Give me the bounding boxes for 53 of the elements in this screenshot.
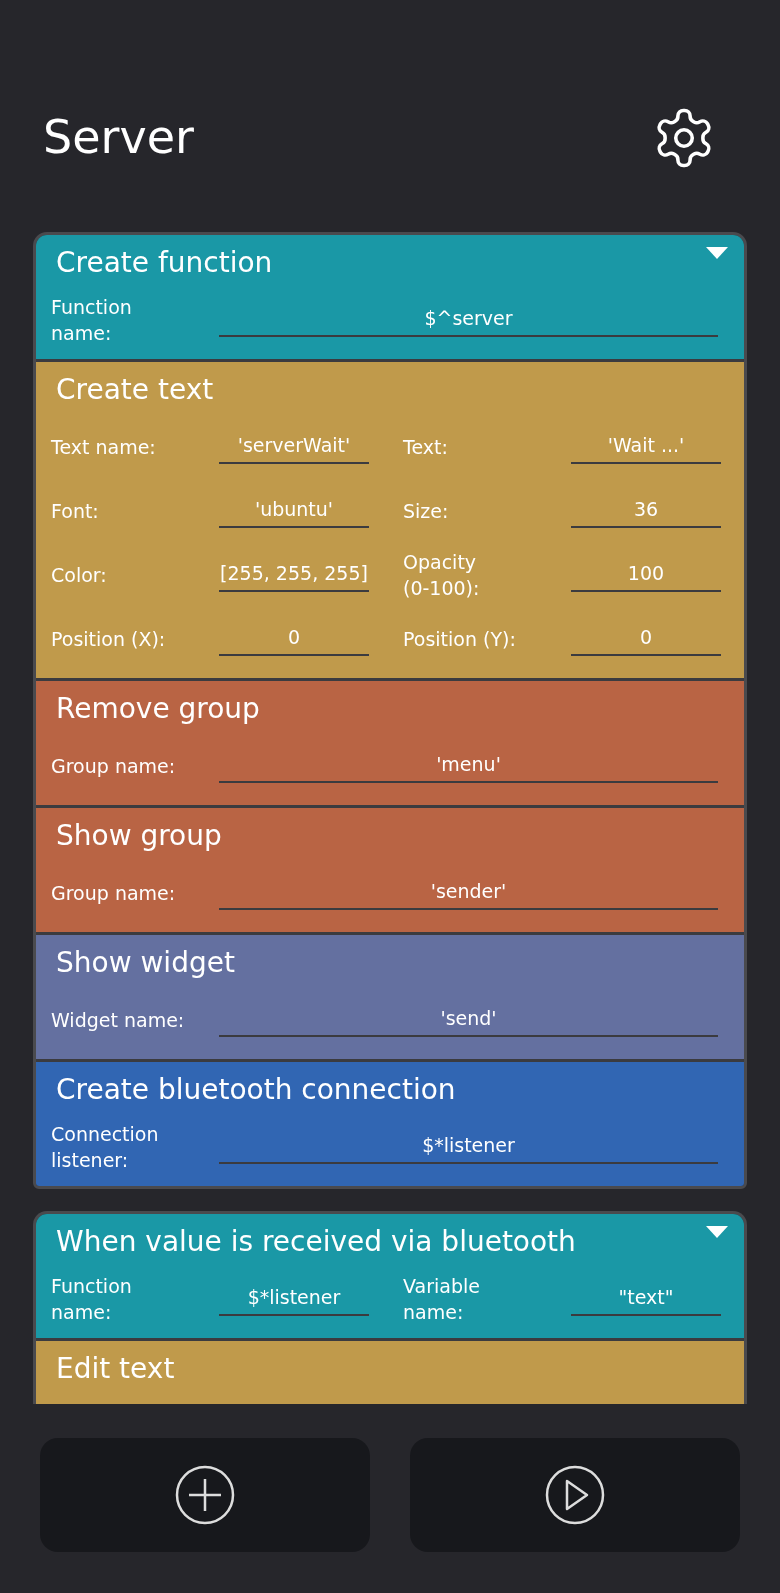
page-title: Server <box>43 109 194 166</box>
play-icon <box>545 1465 605 1525</box>
field-label: Size: <box>403 499 450 524</box>
input-field[interactable]: 'menu' <box>219 749 718 783</box>
input-field[interactable]: 'ubuntu' <box>219 494 369 528</box>
collapse-caret-icon[interactable] <box>706 247 728 259</box>
field-label: Connection listener: <box>51 1122 160 1173</box>
input-field[interactable]: 'sender' <box>219 876 718 910</box>
input-field[interactable]: 36 <box>571 494 721 528</box>
collapse-caret-icon[interactable] <box>706 1226 728 1238</box>
block-title: Create text <box>56 372 214 408</box>
add-icon <box>175 1465 235 1525</box>
input-field[interactable]: 'Wait ...' <box>571 430 721 464</box>
field-label: Function name: <box>51 295 133 346</box>
field-label: Font: <box>51 499 100 524</box>
field-label: Widget name: <box>51 1008 186 1033</box>
block-title: Edit text <box>56 1351 175 1387</box>
field-label: Variable name: <box>403 1274 481 1325</box>
field-label: Group name: <box>51 754 177 779</box>
block-title: When value is received via bluetooth <box>56 1224 576 1260</box>
field-label: Group name: <box>51 881 177 906</box>
input-field[interactable]: 'serverWait' <box>219 430 369 464</box>
script-block[interactable]: Create text Text name: 'serverWait' Text: 'Wait ...' Font: 'ubuntu' Size: 36 Color: [255, 255, 255] Opacity (0-100): 100 Position (X): 0 Position (Y): 0 <box>36 359 744 678</box>
field-label: Color: <box>51 563 108 588</box>
block-title: Show group <box>56 818 222 854</box>
block-title: Create bluetooth connection <box>56 1072 456 1108</box>
input-field[interactable]: "text" <box>571 1282 721 1316</box>
script-block[interactable]: When value is received via bluetooth Function name: $*listener Variable name: "text" <box>36 1214 744 1338</box>
field-label: Text: <box>403 435 449 460</box>
block-title: Show widget <box>56 945 235 981</box>
block-title: Create function <box>56 245 273 281</box>
input-field[interactable]: $^server <box>219 303 718 337</box>
script-block[interactable]: Create bluetooth connection Connection listener: $*listener <box>36 1059 744 1186</box>
field-label: Position (X): <box>51 627 167 652</box>
input-field[interactable]: 100 <box>571 558 721 592</box>
input-field[interactable]: 0 <box>571 622 721 656</box>
play-button[interactable] <box>410 1438 740 1552</box>
field-label: Position (Y): <box>403 627 517 652</box>
input-field[interactable]: 0 <box>219 622 369 656</box>
input-field[interactable]: 'send' <box>219 1003 718 1037</box>
field-label: Text name: <box>51 435 157 460</box>
input-field[interactable]: $*listener <box>219 1282 369 1316</box>
block-title: Remove group <box>56 691 260 727</box>
script-block[interactable]: Remove group Group name: 'menu' <box>36 678 744 805</box>
script-block[interactable]: Show group Group name: 'sender' <box>36 805 744 932</box>
field-label: Opacity (0-100): <box>403 550 481 601</box>
add-button[interactable] <box>40 1438 370 1552</box>
script-block[interactable]: Create function Function name: $^server <box>36 235 744 359</box>
input-field[interactable]: [255, 255, 255] <box>219 558 369 592</box>
script-block[interactable]: Show widget Widget name: 'send' <box>36 932 744 1059</box>
script-block[interactable]: Edit text <box>36 1338 744 1404</box>
field-label: Function name: <box>51 1274 133 1325</box>
input-field[interactable]: $*listener <box>219 1130 718 1164</box>
